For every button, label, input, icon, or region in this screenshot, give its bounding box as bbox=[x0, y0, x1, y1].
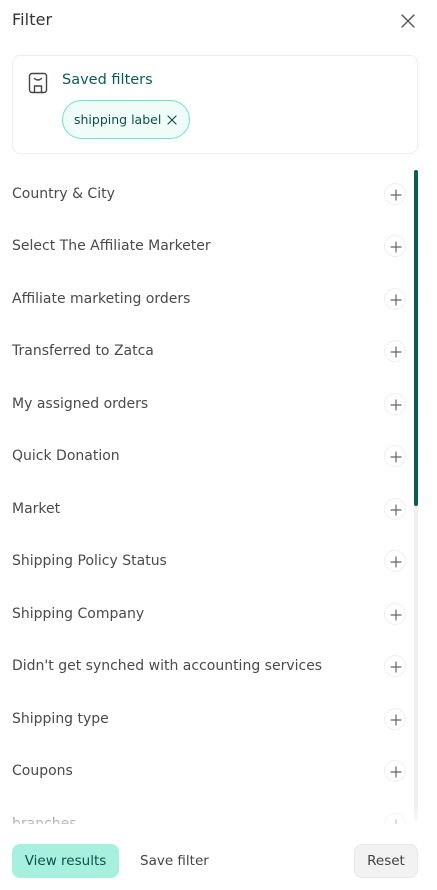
plus-icon bbox=[390, 241, 402, 253]
plus-icon bbox=[390, 504, 402, 516]
expand-button[interactable] bbox=[384, 235, 406, 257]
expand-button[interactable] bbox=[384, 393, 406, 415]
close-icon[interactable] bbox=[167, 114, 177, 125]
reset-button[interactable]: Reset bbox=[354, 844, 418, 878]
expand-button[interactable] bbox=[384, 550, 406, 572]
plus-icon bbox=[390, 294, 402, 306]
filter-footer: View results Save filter Reset bbox=[0, 832, 437, 890]
expand-button[interactable] bbox=[384, 183, 406, 205]
saved-filters-title: Saved filters bbox=[62, 72, 153, 88]
filter-label: Quick Donation bbox=[12, 448, 120, 464]
filter-row-shipping-type[interactable]: Shipping type bbox=[0, 693, 410, 745]
plus-icon bbox=[390, 451, 402, 463]
plus-icon bbox=[390, 609, 402, 621]
saved-filters-card: Saved filters shipping label bbox=[12, 55, 418, 154]
filter-row-shipping-policy[interactable]: Shipping Policy Status bbox=[0, 535, 410, 587]
filter-label: Market bbox=[12, 501, 61, 517]
filter-row-affiliate-marketer[interactable]: Select The Affiliate Marketer bbox=[0, 220, 410, 272]
bookmark-icon bbox=[28, 72, 48, 94]
filter-label: Affiliate marketing orders bbox=[12, 291, 191, 307]
list-fade bbox=[0, 806, 437, 832]
filter-row-accounting-sync[interactable]: Didn't get synched with accounting servi… bbox=[0, 640, 410, 692]
plus-icon bbox=[390, 556, 402, 568]
expand-button[interactable] bbox=[384, 498, 406, 520]
expand-button[interactable] bbox=[384, 760, 406, 782]
plus-icon bbox=[390, 346, 402, 358]
filter-label: My assigned orders bbox=[12, 396, 149, 412]
expand-button[interactable] bbox=[384, 288, 406, 310]
expand-button[interactable] bbox=[384, 603, 406, 625]
filter-label: Shipping type bbox=[12, 711, 109, 727]
close-icon bbox=[401, 14, 415, 28]
filter-row-country-city[interactable]: Country & City bbox=[0, 168, 410, 220]
plus-icon bbox=[390, 714, 402, 726]
expand-button[interactable] bbox=[384, 445, 406, 467]
filter-header: Filter bbox=[0, 0, 437, 44]
save-filter-button[interactable]: Save filter bbox=[140, 844, 209, 878]
view-results-button[interactable]: View results bbox=[12, 844, 119, 878]
scrollbar-thumb[interactable] bbox=[414, 170, 418, 506]
filter-row-shipping-company[interactable]: Shipping Company bbox=[0, 588, 410, 640]
filter-label: Country & City bbox=[12, 186, 115, 202]
filter-row-market[interactable]: Market bbox=[0, 483, 410, 535]
filter-list: Country & City Select The Affiliate Mark… bbox=[0, 166, 437, 824]
expand-button[interactable] bbox=[384, 655, 406, 677]
filter-row-coupons[interactable]: Coupons bbox=[0, 745, 410, 797]
filter-label: Shipping Company bbox=[12, 606, 145, 622]
plus-icon bbox=[390, 399, 402, 411]
page-title: Filter bbox=[12, 10, 53, 29]
expand-button[interactable] bbox=[384, 708, 406, 730]
plus-icon bbox=[390, 766, 402, 778]
filter-row-affiliate-orders[interactable]: Affiliate marketing orders bbox=[0, 273, 410, 325]
filter-label: Transferred to Zatca bbox=[12, 343, 154, 359]
chip-label: shipping label bbox=[74, 112, 162, 127]
filter-label: Shipping Policy Status bbox=[12, 553, 167, 569]
filter-label: Select The Affiliate Marketer bbox=[12, 238, 211, 254]
saved-filter-chip[interactable]: shipping label bbox=[62, 100, 191, 139]
expand-button[interactable] bbox=[384, 340, 406, 362]
filter-row-zatca[interactable]: Transferred to Zatca bbox=[0, 325, 410, 377]
plus-icon bbox=[390, 661, 402, 673]
close-button[interactable] bbox=[398, 11, 418, 31]
filter-row-quick-donation[interactable]: Quick Donation bbox=[0, 430, 410, 482]
filter-label: Didn't get synched with accounting servi… bbox=[12, 658, 323, 674]
filter-panel: Filter Saved filters shipping label Coun… bbox=[0, 0, 437, 890]
filter-row-assigned-orders[interactable]: My assigned orders bbox=[0, 378, 410, 430]
filter-label: Coupons bbox=[12, 763, 73, 779]
plus-icon bbox=[390, 189, 402, 201]
